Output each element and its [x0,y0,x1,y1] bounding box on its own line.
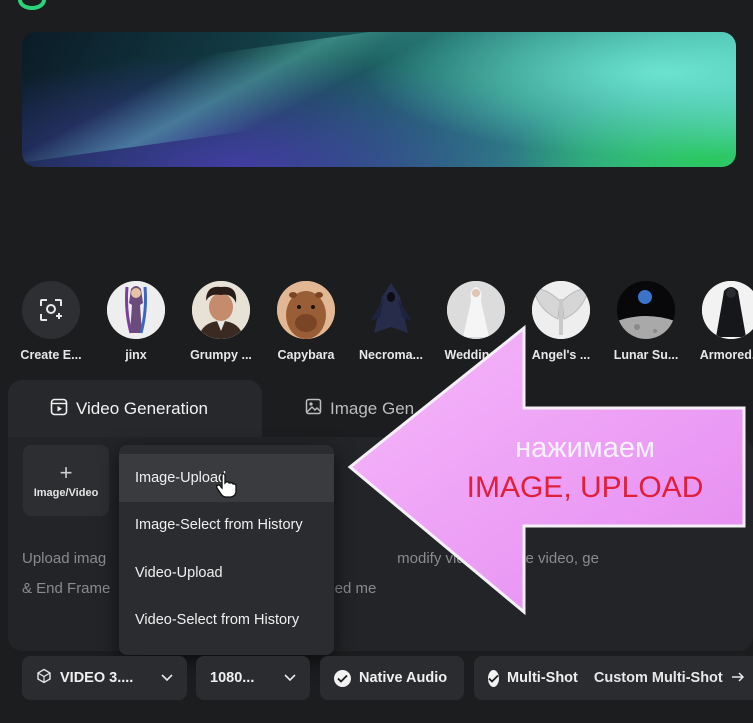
effect-label: jinx [125,348,147,362]
menu-item-label: Video-Select from History [135,612,300,629]
effect-label: Create E... [20,348,82,362]
model-icon [36,668,52,688]
custom-multishot-label[interactable]: Custom Multi-Shot [594,670,723,686]
hero-banner[interactable] [22,32,736,167]
multishot-label: Multi-Shot [507,670,578,686]
native-audio-toggle[interactable]: Native Audio [320,656,464,700]
menu-item-video-history[interactable]: Video-Select from History [119,597,334,645]
multishot-toggle[interactable]: Multi-Shot Custom Multi-Shot [474,656,753,700]
model-value: VIDEO 3.... [60,670,134,686]
bottom-toolbar: VIDEO 3.... 1080... Native Audio Multi-S… [0,656,753,700]
model-select[interactable]: VIDEO 3.... [22,656,187,700]
menu-item-label: Image-Select from History [135,517,303,534]
effect-thumbnail [107,281,165,339]
annotation-text: нажимаем IMAGE, UPLOAD [430,432,740,505]
upload-image-video-button[interactable]: + Image/Video [23,445,109,516]
tab-label: Video Generation [76,399,209,418]
annotation-line2: IMAGE, UPLOAD [466,471,704,504]
tab-video-generation[interactable]: Video Generation [8,380,262,438]
effect-label: Grumpy ... [190,348,252,362]
native-audio-label: Native Audio [359,670,448,686]
effect-thumbnail [192,281,250,339]
create-effect-icon [22,281,80,339]
effect-grumpy[interactable]: Grumpy ... [176,278,266,362]
hand-cursor-icon [216,473,237,498]
effect-capybara[interactable]: Capybara [261,278,351,362]
app-logo [18,0,46,10]
menu-item-image-history[interactable]: Image-Select from History [119,502,334,550]
effect-thumbnail [277,281,335,339]
resolution-select[interactable]: 1080... [196,656,310,700]
effect-create[interactable]: Create E... [6,278,96,362]
image-icon [305,398,322,420]
annotation-line1: нажимаем [515,432,655,464]
video-icon [50,398,68,421]
plus-icon: + [59,459,73,485]
resolution-value: 1080... [210,670,255,686]
effect-label: Capybara [277,348,335,362]
chevron-down-icon [284,670,296,686]
arrow-right-icon [731,670,745,686]
menu-item-video-upload[interactable]: Video-Upload [119,549,334,597]
menu-item-label: Video-Upload [135,564,223,581]
effect-jinx[interactable]: jinx [91,278,181,362]
chevron-down-icon [161,670,173,686]
menu-item-label: Image-Upload [135,469,227,486]
check-icon [488,669,499,687]
upload-label: Image/Video [33,486,99,499]
check-icon [334,669,351,687]
